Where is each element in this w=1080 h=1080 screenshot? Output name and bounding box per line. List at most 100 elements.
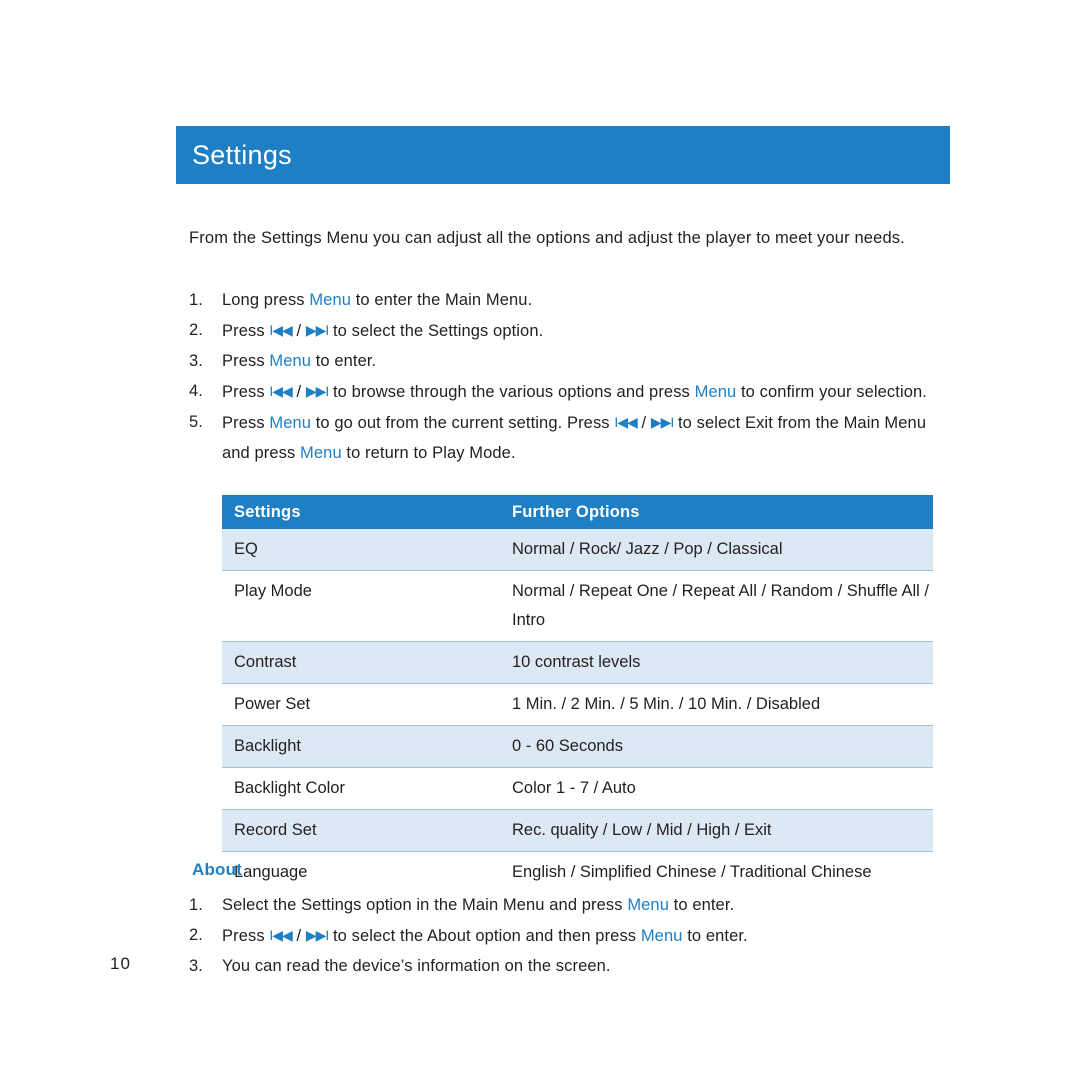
table-cell-options: Normal / Rock/ Jazz / Pop / Classical (500, 529, 933, 571)
step-text-fragment: Long press (222, 291, 310, 309)
settings-step-number: 4. (189, 382, 203, 400)
menu-key-label: Menu (300, 444, 347, 462)
step-text-fragment: to enter. (315, 352, 377, 370)
about-step-text: You can read the device’s information on… (222, 951, 937, 981)
menu-key-label: Menu (640, 927, 688, 945)
nav-key-icon: ▶▶I (305, 927, 329, 943)
table-row: Backlight 0 - 60 Seconds (222, 725, 933, 768)
settings-step-text: Long press Menu to enter the Main Menu. (222, 285, 937, 315)
table-header-settings: Settings (222, 495, 500, 529)
settings-step-text: Press I◀◀ / ▶▶I to select the Settings o… (222, 315, 937, 346)
table-cell-options: 10 contrast levels (500, 641, 933, 684)
settings-steps-list: 1. Long press Menu to enter the Main Menu… (189, 285, 937, 468)
table-row: EQ Normal / Rock/ Jazz / Pop / Classical (222, 529, 933, 571)
settings-step-item: 1. Long press Menu to enter the Main Menu… (189, 285, 937, 315)
manual-page: Settings From the Settings Menu you can … (0, 0, 1080, 1080)
nav-key-icon: I◀◀ (269, 322, 292, 338)
about-heading: About (192, 860, 243, 879)
about-step-item: 3. You can read the device’s information … (189, 951, 937, 981)
step-text-fragment: Select the Settings option in the Main M… (222, 896, 628, 914)
settings-step-item: 4. Press I◀◀ / ▶▶I to browse through the … (189, 376, 937, 407)
step-text-fragment: Press (222, 383, 270, 401)
step-text-fragment: / (636, 414, 651, 432)
intro-paragraph: From the Settings Menu you can adjust al… (189, 229, 905, 247)
nav-key-icon: ▶▶I (305, 322, 329, 338)
page-title-banner: Settings (168, 126, 950, 184)
settings-table: Settings Further Options EQ Normal / Rock… (222, 495, 933, 893)
title-accent-bar (168, 126, 176, 184)
settings-table-wrapper: Settings Further Options EQ Normal / Rock… (222, 495, 933, 893)
table-cell-options: Rec. quality / Low / Mid / High / Exit (500, 809, 933, 852)
about-steps-list: 1. Select the Settings option in the Main… (189, 890, 937, 981)
step-text-fragment: to return to Play Mode. (346, 444, 516, 462)
nav-key-icon: ▶▶I (305, 383, 329, 399)
table-cell-setting: Contrast (222, 641, 500, 684)
settings-step-item: 2. Press I◀◀ / ▶▶I to select the Settings… (189, 315, 937, 346)
table-row: Record Set Rec. quality / Low / Mid / Hig… (222, 809, 933, 852)
settings-step-text: Press I◀◀ / ▶▶I to browse through the va… (222, 376, 937, 407)
step-text-fragment: to enter. (673, 896, 735, 914)
nav-key-icon: I◀◀ (614, 414, 637, 430)
table-cell-setting: Language (222, 851, 500, 893)
table-cell-options: Normal / Repeat One / Repeat All / Rando… (500, 570, 933, 642)
step-text-fragment: to enter. (687, 927, 748, 945)
table-cell-options: 1 Min. / 2 Min. / 5 Min. / 10 Min. / Dis… (500, 683, 933, 726)
about-step-number: 2. (189, 926, 203, 944)
table-cell-setting: Backlight Color (222, 767, 500, 810)
table-row: Backlight Color Color 1 - 7 / Auto (222, 767, 933, 810)
step-text-fragment: to select the Settings option. (328, 322, 544, 340)
step-text-fragment: to select the About option and then pres… (328, 927, 641, 945)
menu-key-label: Menu (309, 291, 356, 309)
settings-table-body: EQ Normal / Rock/ Jazz / Pop / Classical P… (222, 529, 933, 893)
table-header-row: Settings Further Options (222, 495, 933, 529)
table-cell-setting: Power Set (222, 683, 500, 726)
table-cell-setting: Backlight (222, 725, 500, 768)
settings-step-item: 3. Press Menu to enter. (189, 346, 937, 376)
table-cell-options: English / Simplified Chinese / Tradition… (500, 851, 933, 893)
step-text-fragment: / (291, 927, 306, 945)
settings-table-head: Settings Further Options (222, 495, 933, 529)
step-text-fragment: to go out from the current setting. Pres… (315, 414, 615, 432)
menu-key-label: Menu (627, 896, 674, 914)
step-text-fragment: / (291, 383, 306, 401)
step-text-fragment: to enter the Main Menu. (355, 291, 533, 309)
table-cell-options: 0 - 60 Seconds (500, 725, 933, 768)
menu-key-label: Menu (694, 383, 741, 401)
table-cell-options: Color 1 - 7 / Auto (500, 767, 933, 810)
table-row: Contrast 10 contrast levels (222, 641, 933, 684)
settings-step-item: 5. Press Menu to go out from the current … (189, 407, 937, 468)
table-cell-setting: Play Mode (222, 570, 500, 642)
table-header-further-options: Further Options (500, 495, 933, 529)
about-step-item: 2. Press I◀◀ / ▶▶I to select the About op… (189, 920, 937, 951)
page-title: Settings (192, 139, 292, 170)
table-row: Play Mode Normal / Repeat One / Repeat Al… (222, 570, 933, 642)
settings-step-text: Press Menu to go out from the current se… (222, 407, 937, 468)
step-text-fragment: Press (222, 322, 270, 340)
about-step-number: 3. (189, 957, 203, 975)
step-text-fragment: Press (222, 414, 270, 432)
settings-step-text: Press Menu to enter. (222, 346, 937, 376)
about-step-text: Press I◀◀ / ▶▶I to select the About opti… (222, 920, 937, 951)
nav-key-icon: I◀◀ (269, 383, 292, 399)
table-row: Power Set 1 Min. / 2 Min. / 5 Min. / 10 M… (222, 683, 933, 726)
settings-step-number: 1. (189, 291, 203, 309)
settings-step-number: 2. (189, 321, 203, 339)
nav-key-icon: I◀◀ (269, 927, 292, 943)
menu-key-label: Menu (269, 352, 316, 370)
table-row: Language English / Simplified Chinese / T… (222, 851, 933, 893)
menu-key-label: Menu (269, 414, 316, 432)
page-number: 10 (110, 954, 131, 973)
step-text-fragment: / (291, 322, 306, 340)
nav-key-icon: ▶▶I (650, 414, 674, 430)
step-text-fragment: to browse through the various options an… (328, 383, 695, 401)
settings-step-number: 3. (189, 352, 203, 370)
about-step-item: 1. Select the Settings option in the Main… (189, 890, 937, 920)
about-step-text: Select the Settings option in the Main M… (222, 890, 937, 920)
step-text-fragment: Press (222, 927, 270, 945)
table-cell-setting: Record Set (222, 809, 500, 852)
step-text-fragment: Press (222, 352, 270, 370)
step-text-fragment: to confirm your selection. (740, 383, 927, 401)
settings-step-number: 5. (189, 413, 203, 431)
table-cell-setting: EQ (222, 529, 500, 571)
about-step-number: 1. (189, 896, 203, 914)
